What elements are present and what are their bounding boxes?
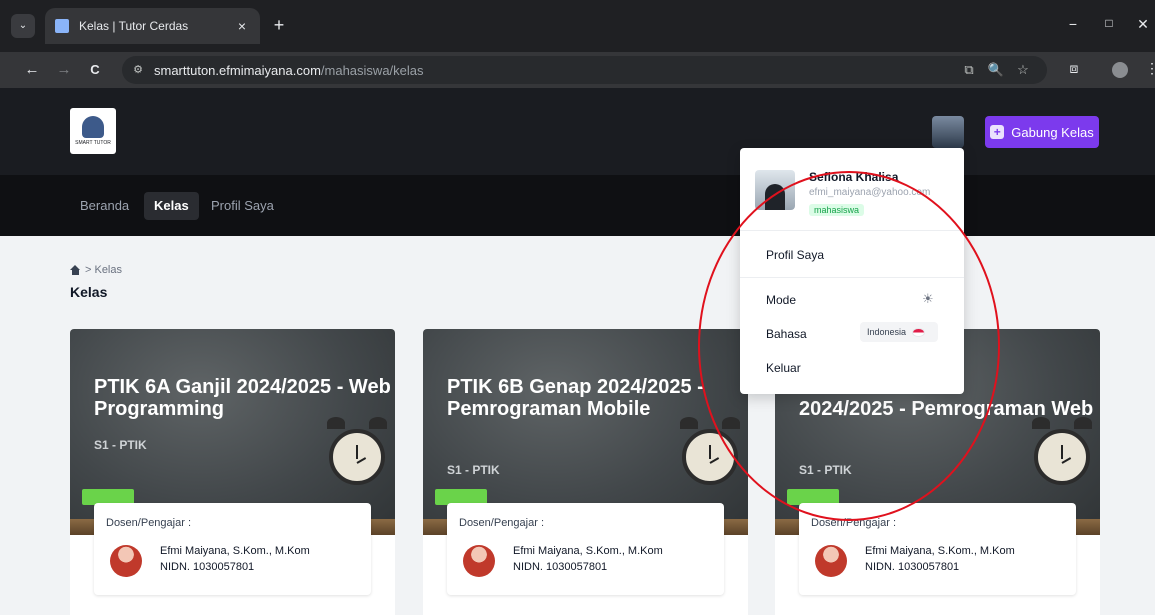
alarm-clock-icon [325,417,389,489]
forward-button[interactable]: → [54,60,74,80]
close-window-button[interactable]: ✕ [1133,16,1153,33]
language-selector[interactable]: Indonesia [860,322,938,342]
url-path: /mahasiswa/kelas [320,63,424,78]
back-button[interactable]: ← [22,60,42,80]
page-title: Kelas [70,284,108,300]
app-header: SMART TUTOR + Gabung Kelas [0,88,1155,175]
alarm-clock-icon [1030,417,1094,489]
divider [740,277,964,278]
card-title[interactable]: PTIK 6A Ganjil 2024/2025 - Web Programmi… [94,376,394,420]
dropdown-avatar [755,170,795,210]
class-card[interactable]: PTIK 6A Ganjil 2024/2025 - Web Programmi… [70,329,395,615]
main-nav: Beranda Kelas Profil Saya [0,175,1155,236]
minimize-button[interactable]: − [1063,16,1083,32]
plus-icon: + [990,125,1005,139]
url-host: smarttuton.efmimaiyana.com [154,63,321,78]
lecturer-box: Dosen/Pengajar : Efmi Maiyana, S.Kom., M… [799,503,1076,595]
favicon-icon [55,19,69,33]
tab-list-button[interactable]: ⌄ [11,14,35,38]
indonesia-flag-icon [912,327,926,337]
breadcrumb: > Kelas [70,264,122,276]
browser-toolbar: ← → C ⚙ smarttuton.efmimaiyana.com/mahas… [0,52,1155,88]
page-viewport: SMART TUTOR + Gabung Kelas Beranda Kelas… [0,88,1155,615]
profile-avatar-icon[interactable] [1112,62,1128,78]
card-program: S1 - PTIK [799,463,852,477]
app-logo[interactable]: SMART TUTOR [70,108,116,154]
home-icon[interactable] [70,265,81,275]
user-avatar-button[interactable] [932,116,964,148]
browser-menu-icon[interactable]: ⋮ [1142,60,1155,77]
lecturer-label: Dosen/Pengajar : [459,517,544,529]
menu-item-keluar[interactable]: Keluar [766,361,801,375]
lecturer-name: Efmi Maiyana, S.Kom., M.Kom [513,545,663,557]
nav-item-beranda[interactable]: Beranda [70,192,139,220]
new-tab-button[interactable]: + [268,14,290,36]
card-program: S1 - PTIK [94,438,147,452]
url-text[interactable]: smarttuton.efmimaiyana.com/mahasiswa/kel… [154,63,424,78]
lecturer-avatar [110,545,142,577]
tab-close-icon[interactable]: × [234,18,250,34]
nav-item-kelas[interactable]: Kelas [144,192,199,220]
breadcrumb-current: > Kelas [85,264,122,276]
tab-title: Kelas | Tutor Cerdas [79,19,189,33]
user-email: efmi_maiyana@yahoo.com [809,187,931,198]
lecturer-box: Dosen/Pengajar : Efmi Maiyana, S.Kom., M… [94,503,371,595]
sun-icon[interactable]: ☀ [922,291,934,307]
lecturer-nidn: NIDN. 1030057801 [865,561,960,573]
user-name: Sefiona Khalisa [809,170,899,184]
card-title[interactable]: 2024/2025 - Pemrograman Web [799,398,1099,420]
logo-mark-icon [82,116,104,138]
lecturer-name: Efmi Maiyana, S.Kom., M.Kom [865,545,1015,557]
address-bar[interactable]: ⚙ smarttuton.efmimaiyana.com/mahasiswa/k… [122,56,1047,84]
alarm-clock-icon [678,417,742,489]
menu-item-bahasa[interactable]: Bahasa [766,327,807,341]
lecturer-name: Efmi Maiyana, S.Kom., M.Kom [160,545,310,557]
language-value: Indonesia [867,327,907,337]
site-info-icon[interactable]: ⚙ [130,62,146,78]
translate-icon[interactable]: ⧉ [960,62,978,78]
lecturer-box: Dosen/Pengajar : Efmi Maiyana, S.Kom., M… [447,503,724,595]
browser-tab-active[interactable]: Kelas | Tutor Cerdas × [45,8,260,44]
restore-button[interactable]: □ [1099,16,1119,30]
card-title[interactable]: PTIK 6B Genap 2024/2025 - Pemrograman Mo… [447,376,747,420]
user-dropdown-menu: Sefiona Khalisa efmi_maiyana@yahoo.com m… [740,148,964,394]
lecturer-avatar [815,545,847,577]
bookmark-icon[interactable]: ☆ [1014,62,1032,78]
lecturer-avatar [463,545,495,577]
logo-text: SMART TUTOR [75,140,111,146]
lecturer-nidn: NIDN. 1030057801 [513,561,608,573]
card-program: S1 - PTIK [447,463,500,477]
extensions-icon[interactable]: ⧈ [1064,60,1084,77]
nav-item-profil-saya[interactable]: Profil Saya [201,192,284,220]
lecturer-label: Dosen/Pengajar : [811,517,896,529]
lecturer-nidn: NIDN. 1030057801 [160,561,255,573]
browser-tab-bar: ⌄ Kelas | Tutor Cerdas × + − □ ✕ [0,0,1155,52]
class-card[interactable]: PTIK 6B Genap 2024/2025 - Pemrograman Mo… [423,329,748,615]
menu-item-mode[interactable]: Mode [766,293,796,307]
lecturer-label: Dosen/Pengajar : [106,517,191,529]
zoom-icon[interactable]: 🔍 [987,62,1005,78]
join-class-label: Gabung Kelas [1011,124,1094,140]
menu-item-profil-saya[interactable]: Profil Saya [766,248,824,262]
divider [740,230,964,231]
join-class-button[interactable]: + Gabung Kelas [985,116,1099,148]
reload-button[interactable]: C [85,60,105,80]
role-badge: mahasiswa [809,204,865,216]
